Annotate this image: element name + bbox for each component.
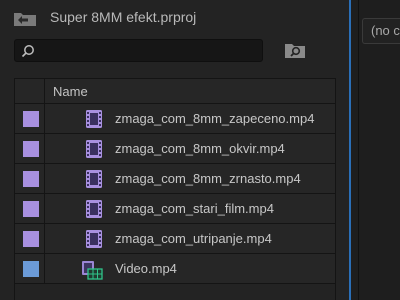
label-cell[interactable] (15, 134, 45, 163)
search-icon (21, 44, 35, 58)
search-input[interactable] (39, 42, 259, 60)
list-item[interactable]: zmaga_com_8mm_zapeceno.mp4 (15, 104, 335, 134)
project-title: Super 8MM efekt.prproj (50, 9, 197, 25)
right-dropdown-text: (no c (371, 23, 400, 38)
list-item-name: zmaga_com_utripanje.mp4 (115, 231, 272, 246)
label-cell[interactable] (15, 104, 45, 133)
list-item[interactable]: zmaga_com_utripanje.mp4 (15, 224, 335, 254)
list-item-name: zmaga_com_8mm_okvir.mp4 (115, 141, 285, 156)
label-cell[interactable] (15, 254, 45, 283)
list-item-name: zmaga_com_8mm_zrnasto.mp4 (115, 171, 301, 186)
list-item[interactable]: zmaga_com_stari_film.mp4 (15, 194, 335, 224)
video-clip-icon (85, 140, 103, 158)
list-item[interactable]: zmaga_com_8mm_zrnasto.mp4 (15, 164, 335, 194)
video-clip-icon (85, 110, 103, 128)
name-column-header[interactable]: Name (53, 84, 88, 99)
label-color-swatch[interactable] (23, 171, 39, 187)
video-clip-icon (85, 230, 103, 248)
label-color-swatch[interactable] (23, 261, 39, 277)
list-rows: zmaga_com_8mm_zapeceno.mp4 zmaga_com_8mm_… (15, 104, 335, 284)
label-column-header[interactable] (15, 79, 45, 103)
search-field[interactable] (14, 39, 263, 62)
video-clip-icon (85, 170, 103, 188)
label-cell[interactable] (15, 164, 45, 193)
list-item-name: Video.mp4 (115, 261, 177, 276)
label-color-swatch[interactable] (23, 231, 39, 247)
list-item-name: zmaga_com_stari_film.mp4 (115, 201, 274, 216)
label-color-swatch[interactable] (23, 141, 39, 157)
video-clip-icon (85, 200, 103, 218)
folder-up-icon[interactable] (13, 10, 37, 27)
project-header: Super 8MM efekt.prproj (0, 0, 350, 34)
right-panel-dropdown[interactable]: (no c (362, 18, 400, 44)
label-cell[interactable] (15, 224, 45, 253)
label-color-swatch[interactable] (23, 201, 39, 217)
label-cell[interactable] (15, 194, 45, 223)
premiere-window: Super 8MM efekt.prproj Name zmaga_com_8m… (0, 0, 400, 300)
new-search-bin-icon[interactable] (284, 40, 306, 60)
list-item-name: zmaga_com_8mm_zapeceno.mp4 (115, 111, 315, 126)
list-item[interactable]: Video.mp4 (15, 254, 335, 284)
right-panel-separator (358, 0, 359, 300)
list-header: Name (15, 79, 335, 104)
label-color-swatch[interactable] (23, 111, 39, 127)
sequence-icon (81, 260, 103, 280)
project-items-list: Name zmaga_com_8mm_zapeceno.mp4 zmaga_com… (14, 78, 336, 300)
project-panel: Super 8MM efekt.prproj Name zmaga_com_8m… (0, 0, 350, 300)
list-item[interactable]: zmaga_com_8mm_okvir.mp4 (15, 134, 335, 164)
